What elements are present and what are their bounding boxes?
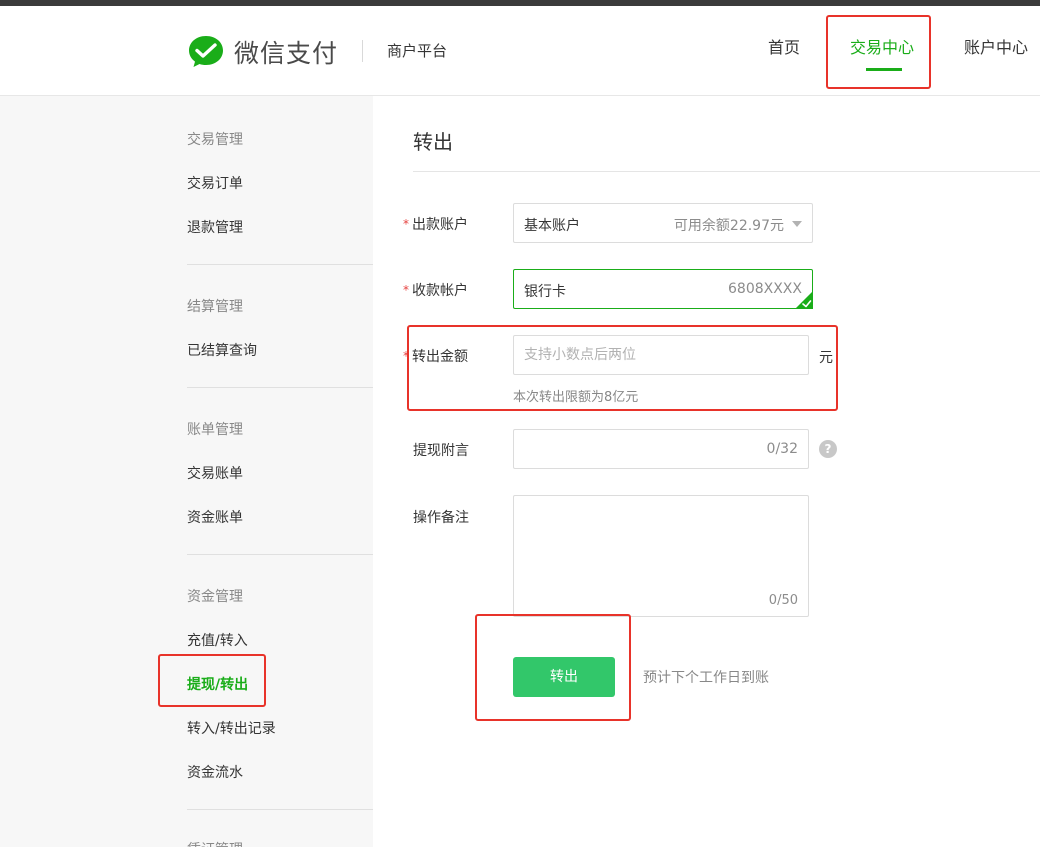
sidebar-divider (187, 264, 373, 265)
sidebar-item-withdraw[interactable]: 提现/转出 (187, 674, 248, 694)
memo-label: 提现附言 (413, 443, 469, 459)
sidebar-group-settlement: 结算管理 (187, 299, 243, 315)
out-account-label: * 出款账户 (403, 217, 468, 233)
nav-active-underline (866, 68, 902, 71)
header-separator (362, 40, 363, 62)
sidebar-item-trade-bill[interactable]: 交易账单 (187, 463, 243, 483)
remark-label: 操作备注 (413, 510, 469, 526)
receive-account-value: 银行卡 (524, 284, 566, 300)
receive-account-label: * 收款帐户 (403, 283, 468, 299)
header: 微信支付 商户平台 首页 交易中心 账户中心 (0, 6, 1040, 96)
sidebar-item-fund-flow[interactable]: 资金流水 (187, 762, 243, 782)
amount-unit: 元 (819, 350, 833, 366)
page-title: 转出 (413, 130, 453, 154)
title-divider (413, 171, 1040, 172)
amount-label: * 转出金额 (403, 349, 468, 365)
nav-home[interactable]: 首页 (768, 36, 800, 60)
main-content: 转出 * 出款账户 基本账户 可用余额22.97元 * 收款帐户 银行卡 6808X… (373, 96, 1040, 847)
bank-card-number: 6808XXXX (728, 281, 802, 297)
sidebar-item-trade-orders[interactable]: 交易订单 (187, 173, 243, 193)
required-mark: * (403, 217, 409, 231)
sidebar: 交易管理 交易订单 退款管理 结算管理 已结算查询 账单管理 交易账单 资金账单… (0, 96, 373, 847)
nav-trade-center[interactable]: 交易中心 (850, 36, 914, 60)
memo-char-counter: 0/32 (766, 441, 798, 457)
available-balance: 可用余额22.97元 (673, 218, 784, 234)
nav-account-center[interactable]: 账户中心 (964, 36, 1028, 60)
remark-char-counter: 0/50 (768, 593, 798, 608)
sidebar-item-recharge[interactable]: 充值/转入 (187, 630, 248, 650)
chevron-down-icon (792, 221, 802, 227)
amount-limit-hint: 本次转出限额为8亿元 (513, 390, 639, 405)
sidebar-group-vouchers: 凭证管理 (187, 839, 243, 847)
brand-name: 微信支付 (234, 39, 339, 68)
sidebar-item-settled-query[interactable]: 已结算查询 (187, 340, 257, 360)
remark-textarea[interactable]: 0/50 (513, 495, 809, 617)
required-mark: * (403, 349, 409, 363)
receive-account-select[interactable]: 银行卡 6808XXXX (513, 269, 813, 309)
sidebar-group-bills: 账单管理 (187, 422, 243, 438)
out-account-value: 基本账户 (524, 218, 580, 234)
platform-name: 商户平台 (387, 42, 448, 60)
transfer-out-button[interactable]: 转出 (513, 657, 615, 697)
sidebar-item-refunds[interactable]: 退款管理 (187, 217, 243, 237)
wechat-pay-logo-icon (189, 36, 223, 67)
out-account-select[interactable]: 基本账户 可用余额22.97元 (513, 203, 813, 243)
wechat-pay-logo[interactable]: 微信支付 (186, 32, 338, 72)
required-mark: * (403, 283, 409, 297)
sidebar-item-transfer-records[interactable]: 转入/转出记录 (187, 718, 276, 738)
sidebar-divider (187, 809, 373, 810)
arrival-note: 预计下个工作日到账 (643, 670, 769, 686)
sidebar-divider (187, 554, 373, 555)
check-corner-icon (795, 291, 813, 309)
sidebar-item-fund-bill[interactable]: 资金账单 (187, 507, 243, 527)
sidebar-divider (187, 387, 373, 388)
memo-input[interactable]: 0/32 (513, 429, 809, 469)
sidebar-group-funds: 资金管理 (187, 589, 243, 605)
help-icon[interactable]: ? (819, 440, 837, 458)
amount-input[interactable] (513, 335, 809, 375)
sidebar-group-trade: 交易管理 (187, 132, 243, 148)
